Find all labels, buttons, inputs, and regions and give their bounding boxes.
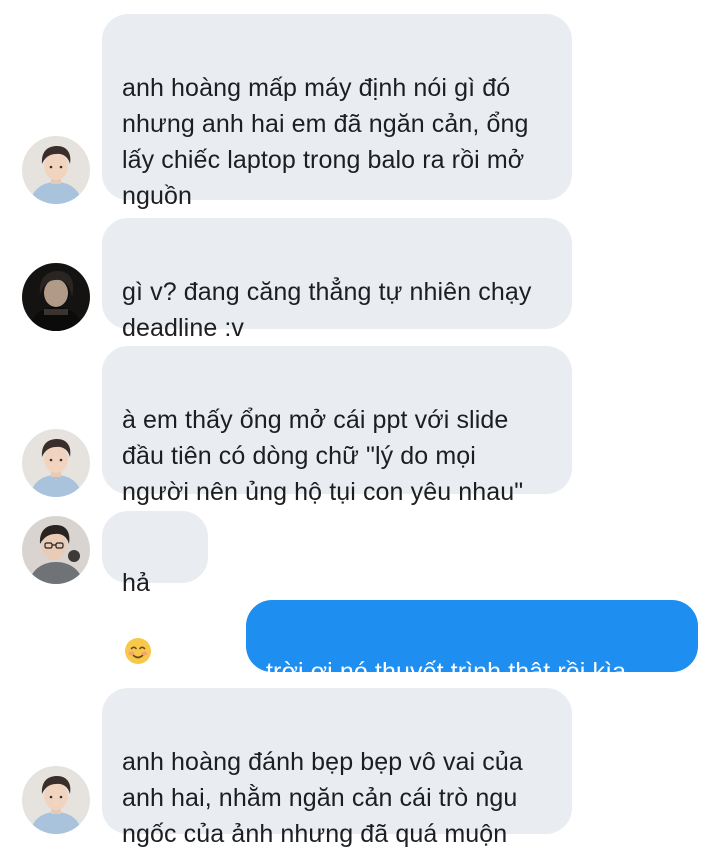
avatar-boy-blue-hoodie[interactable]	[22, 429, 90, 497]
message-bubble-incoming[interactable]: à em thấy ổng mở cái ppt với slide đầu t…	[102, 346, 572, 506]
avatar-boy-glasses-image	[22, 516, 90, 584]
message-bubble-incoming[interactable]: hả	[102, 511, 208, 664]
message-bubble-incoming[interactable]: anh hoàng mấp máy định nói gì đó nhưng a…	[102, 14, 572, 210]
avatar-dark-photo[interactable]	[22, 263, 90, 331]
avatar-boy-blue-hoodie-image	[22, 136, 90, 204]
avatar-boy-glasses[interactable]	[22, 516, 90, 584]
message-bubble-outgoing[interactable]: trời ơi nó thuyết trình thật rồi kìa	[246, 600, 698, 753]
avatar-boy-blue-hoodie[interactable]	[22, 136, 90, 204]
chat-thread: anh hoàng mấp máy định nói gì đó nhưng a…	[0, 0, 720, 848]
avatar-boy-blue-hoodie[interactable]	[22, 766, 90, 834]
message-bubble-incoming[interactable]: anh hoàng đánh bẹp bẹp vô vai của anh ha…	[102, 688, 572, 848]
message-text: anh hoàng đánh bẹp bẹp vô vai của anh ha…	[122, 748, 523, 848]
message-text: à em thấy ổng mở cái ppt với slide đầu t…	[122, 406, 524, 506]
message-bubble-incoming[interactable]: gì v? đang căng thẳng tự nhiên chạy dead…	[102, 218, 572, 342]
avatar-dark-photo-image	[22, 263, 90, 331]
smiling-face-emoji-icon	[124, 601, 152, 664]
message-text: hả	[122, 569, 151, 597]
avatar-boy-blue-hoodie-image	[22, 429, 90, 497]
message-text: trời ơi nó thuyết trình thật rồi kìa	[266, 658, 627, 686]
avatar-boy-blue-hoodie-image	[22, 766, 90, 834]
message-text: anh hoàng mấp máy định nói gì đó nhưng a…	[122, 74, 529, 210]
message-text: gì v? đang căng thẳng tự nhiên chạy dead…	[122, 278, 532, 342]
